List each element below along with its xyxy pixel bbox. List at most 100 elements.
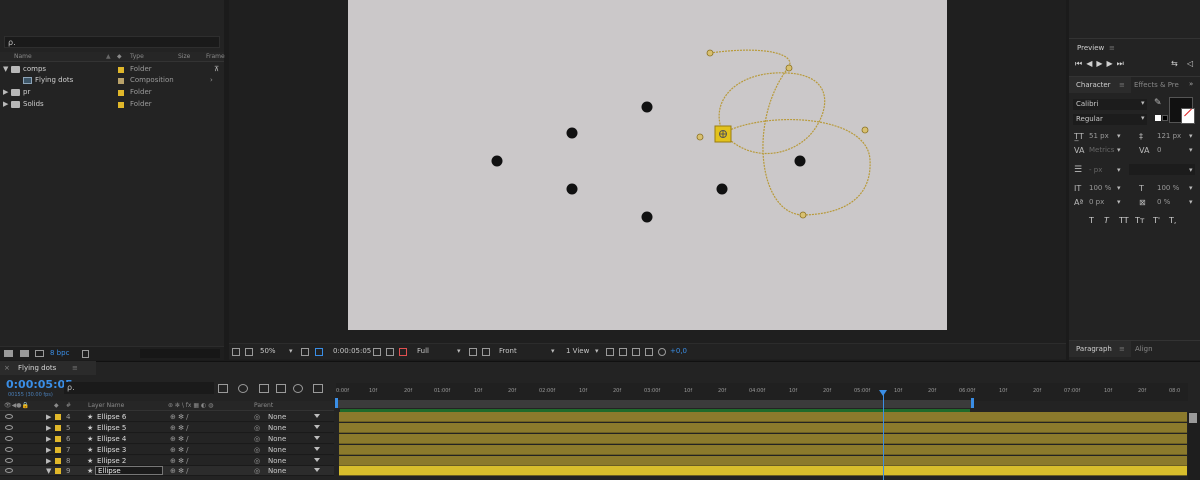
label-swatch[interactable] (118, 78, 124, 84)
layer-label-swatch[interactable] (55, 447, 61, 453)
expand-arrow-icon[interactable]: ▶ (46, 435, 51, 443)
layer-row[interactable]: ▶ 7 ★ Ellipse 3 ⊕ ✻ / ◎ None (0, 445, 334, 455)
pickwhip-icon[interactable]: ◎ (254, 435, 260, 443)
work-area-end-handle[interactable] (971, 398, 974, 408)
chevron-down-icon[interactable] (314, 447, 320, 451)
dot[interactable] (641, 211, 653, 223)
chevron-down-icon[interactable] (314, 425, 320, 429)
layer-label-swatch[interactable] (55, 468, 61, 474)
graph-editor-icon[interactable] (313, 384, 323, 393)
work-area-bar[interactable] (338, 400, 974, 408)
viewer-timecode[interactable]: 0:00:05:05 (333, 347, 371, 355)
motion-path-curve[interactable] (709, 49, 871, 216)
project-scrollbar[interactable] (140, 349, 220, 358)
mute-icon[interactable]: ◁ (1187, 59, 1193, 68)
parent-dropdown[interactable]: None (268, 446, 286, 454)
horizontal-scale-input[interactable]: 100 % (1157, 184, 1179, 192)
column-type[interactable]: Type (130, 53, 144, 60)
chevron-down-icon[interactable] (314, 468, 320, 472)
layer-row[interactable]: ▶ 6 ★ Ellipse 4 ⊕ ✻ / ◎ None (0, 434, 334, 444)
label-swatch[interactable] (118, 67, 124, 73)
stroke-style-dropdown[interactable] (1129, 164, 1195, 175)
dot[interactable] (566, 183, 578, 195)
transparency-grid-icon[interactable] (482, 348, 490, 356)
pickwhip-icon[interactable]: ◎ (254, 413, 260, 421)
eye-icon[interactable] (5, 414, 13, 419)
font-family-dropdown[interactable]: Calibri (1073, 99, 1147, 110)
layer-row-selected[interactable]: ▼ 9 ★ Ellipse ⊕ ✻ / ◎ None (0, 466, 334, 476)
tab-character[interactable]: Character (1076, 81, 1111, 89)
layer-duration-bar-selected[interactable] (339, 466, 1187, 476)
region-icon[interactable] (315, 348, 323, 356)
pickwhip-icon[interactable]: ◎ (254, 446, 260, 454)
layer-label-swatch[interactable] (55, 414, 61, 420)
scroll-up-icon[interactable] (1189, 413, 1197, 423)
keyframe-handle[interactable] (799, 211, 807, 219)
eyedropper-icon[interactable]: ✎ (1154, 98, 1162, 108)
eye-icon[interactable] (5, 458, 13, 463)
frame-blending-icon[interactable] (276, 384, 286, 393)
layer-name[interactable]: Ellipse 3 (97, 446, 126, 454)
panel-menu-icon[interactable]: ≡ (1119, 345, 1125, 353)
column-frame[interactable]: Frame (206, 53, 225, 60)
flowchart-icon[interactable] (645, 348, 653, 356)
exposure-value[interactable]: +0,0 (670, 347, 687, 355)
subscript-button[interactable]: T, (1169, 216, 1176, 225)
layer-name-rename-input[interactable]: Ellipse (95, 466, 163, 475)
layer-name[interactable]: Ellipse 2 (97, 457, 126, 465)
parent-dropdown[interactable]: None (268, 457, 286, 465)
dot[interactable] (794, 155, 806, 167)
tab-align[interactable]: Align (1135, 345, 1153, 353)
layer-label-swatch[interactable] (55, 425, 61, 431)
trash-icon[interactable] (82, 350, 89, 358)
chevron-down-icon[interactable]: ▾ (1189, 184, 1193, 192)
chevron-down-icon[interactable]: ▾ (1117, 132, 1121, 140)
channel-icon[interactable] (399, 348, 407, 356)
black-swatch-icon[interactable] (1162, 115, 1168, 121)
layer-name-header[interactable]: Layer Name (88, 402, 124, 409)
expand-arrow-icon[interactable]: ▶ (46, 446, 51, 454)
layer-name[interactable]: Ellipse 6 (97, 413, 126, 421)
layer-switches[interactable]: ⊕ ✻ / (170, 413, 189, 421)
layer-switches[interactable]: ⊕ ✻ / (170, 457, 189, 465)
parent-dropdown[interactable]: None (268, 467, 286, 475)
parent-dropdown[interactable]: None (268, 413, 286, 421)
kerning-dropdown[interactable]: Metrics (1089, 146, 1114, 154)
layer-switches[interactable]: ⊕ ✻ / (170, 446, 189, 454)
superscript-button[interactable]: T' (1153, 216, 1160, 225)
grid-icon[interactable] (301, 348, 309, 356)
tab-paragraph[interactable]: Paragraph (1076, 345, 1112, 353)
eye-icon[interactable] (5, 468, 13, 473)
bit-depth-button[interactable]: 8 bpc (50, 349, 69, 357)
expand-arrow-icon[interactable]: ▶ (46, 424, 51, 432)
chevron-down-icon[interactable]: ▾ (1189, 166, 1193, 174)
column-size[interactable]: Size (178, 53, 190, 60)
new-composition-icon[interactable] (35, 350, 44, 357)
faux-bold-button[interactable]: T (1089, 216, 1094, 225)
layer-duration-bar[interactable] (339, 445, 1187, 455)
project-item-comps[interactable]: ▼ comps Folder ⊼ (0, 64, 224, 75)
tab-preview[interactable]: Preview (1077, 44, 1104, 52)
collapse-arrow-icon[interactable]: ▶ (3, 100, 8, 108)
chevron-down-icon[interactable] (314, 458, 320, 462)
stroke-width-input[interactable]: - px (1089, 166, 1102, 174)
zoom-dropdown[interactable]: 50% (260, 347, 276, 355)
snapshot-icon[interactable] (373, 348, 381, 356)
flowchart-icon[interactable]: ⊼ (214, 65, 219, 73)
time-ruler[interactable]: 0:00f 10f 20f 01:00f 10f 20f 02:00f 10f … (336, 383, 1188, 401)
chevron-down-icon[interactable] (314, 414, 320, 418)
layer-switches[interactable]: ⊕ ✻ / (170, 424, 189, 432)
tracking-input[interactable]: 0 (1157, 146, 1161, 154)
layer-row[interactable]: ▶ 4 ★ Ellipse 6 ⊕ ✻ / ◎ None (0, 412, 334, 422)
chevron-down-icon[interactable] (314, 436, 320, 440)
project-search-input[interactable]: ρ. (4, 36, 220, 48)
layer-duration-bar[interactable] (339, 434, 1187, 444)
project-item-flying-dots[interactable]: Flying dots Composition › (0, 75, 224, 86)
layer-label-swatch[interactable] (55, 458, 61, 464)
eye-icon[interactable] (5, 447, 13, 452)
parent-header[interactable]: Parent (254, 402, 273, 409)
playhead-line[interactable] (883, 390, 884, 480)
keyframe-handle[interactable] (785, 64, 793, 72)
layer-switches[interactable]: ⊕ ✻ / (170, 435, 189, 443)
pickwhip-icon[interactable]: ◎ (254, 467, 260, 475)
